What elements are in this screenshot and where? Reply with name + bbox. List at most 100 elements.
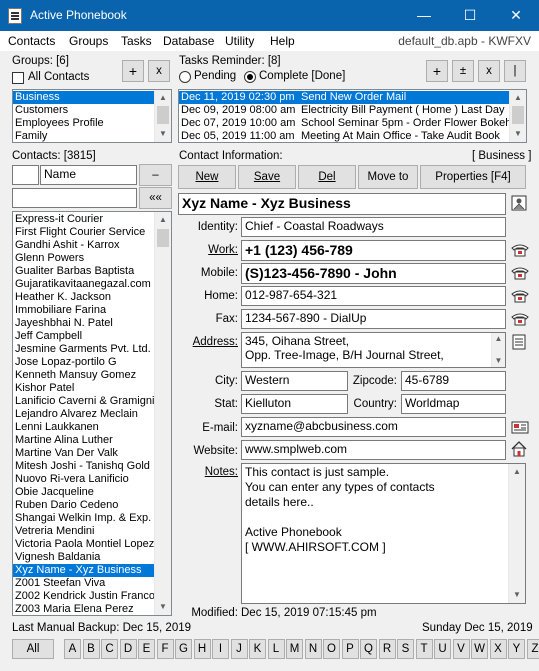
- menu-help[interactable]: Help: [270, 34, 295, 48]
- filter-all-button[interactable]: All: [12, 639, 54, 659]
- scroll-thumb[interactable]: [157, 229, 169, 247]
- contact-item[interactable]: Vetreria Mendini: [13, 525, 154, 538]
- contact-item[interactable]: Z001 Steefan Viva: [13, 577, 154, 590]
- phone-icon[interactable]: [511, 289, 529, 305]
- scroll-up-icon[interactable]: ▲: [155, 212, 171, 228]
- contact-item[interactable]: Martine Van Der Valk: [13, 447, 154, 460]
- complete-radio[interactable]: [244, 71, 256, 83]
- document-icon[interactable]: [512, 334, 529, 350]
- website-field[interactable]: www.smplweb.com: [241, 440, 506, 460]
- notes-scrollbar[interactable]: ▲ ▼: [508, 464, 525, 603]
- identity-field[interactable]: Chief - Coastal Roadways: [241, 217, 506, 237]
- move-to-button[interactable]: Move to: [358, 165, 418, 189]
- filter-letter-button[interactable]: N: [304, 639, 322, 659]
- contact-item[interactable]: Ruben Dario Cedeno: [13, 499, 154, 512]
- contact-item[interactable]: Jeff Campbell: [13, 330, 154, 343]
- filter-letter-button[interactable]: W: [471, 639, 488, 659]
- group-item[interactable]: Business: [13, 91, 154, 104]
- filter-letter-button[interactable]: T: [415, 639, 433, 659]
- task-item[interactable]: Dec 09, 2019 08:00 am Electricity Bill Pa…: [179, 104, 509, 117]
- contact-item[interactable]: Jose Lopaz-portilo G: [13, 356, 154, 369]
- contact-item[interactable]: Jayeshbhai N. Patel: [13, 317, 154, 330]
- filter-letter-button[interactable]: I: [212, 639, 229, 659]
- minimize-button[interactable]: —: [401, 0, 447, 31]
- group-item[interactable]: Family: [13, 130, 154, 142]
- fax-field[interactable]: 1234-567-890 - DialUp: [241, 309, 506, 329]
- properties-button[interactable]: Properties [F4]: [420, 165, 526, 189]
- all-contacts-checkbox[interactable]: [12, 72, 24, 84]
- filter-letter-button[interactable]: Q: [360, 639, 377, 659]
- address-field[interactable]: 345, Oihana Street, Opp. Tree-Image, B/H…: [241, 332, 506, 368]
- save-button[interactable]: Save: [238, 165, 296, 189]
- scroll-up-icon[interactable]: ▲: [155, 90, 171, 106]
- name-field[interactable]: Xyz Name - Xyz Business: [178, 193, 506, 215]
- home-icon[interactable]: [511, 441, 528, 457]
- sort-field-input[interactable]: Name: [40, 165, 137, 185]
- contact-item[interactable]: Kishor Patel: [13, 382, 154, 395]
- contact-item[interactable]: Obie Jacqueline: [13, 486, 154, 499]
- filter-letter-button[interactable]: P: [341, 639, 359, 659]
- contact-item[interactable]: Heather K. Jackson: [13, 291, 154, 304]
- contact-item[interactable]: Immobiliare Farina: [13, 304, 154, 317]
- pending-radio[interactable]: [179, 71, 191, 83]
- filter-letter-button[interactable]: K: [249, 639, 266, 659]
- contact-search-input[interactable]: [12, 188, 137, 208]
- groups-scrollbar[interactable]: ▲ ▼: [154, 90, 171, 142]
- scroll-up-icon[interactable]: ▲: [510, 90, 526, 106]
- scroll-down-icon[interactable]: ▼: [510, 126, 526, 142]
- filter-letter-button[interactable]: O: [323, 639, 340, 659]
- task-option-button[interactable]: |: [504, 60, 526, 82]
- contact-item[interactable]: Shangai Welkin Imp. & Exp.: [13, 512, 154, 525]
- menu-utility[interactable]: Utility: [225, 34, 254, 48]
- filter-letter-button[interactable]: X: [489, 639, 507, 659]
- filter-letter-button[interactable]: A: [64, 639, 81, 659]
- filter-letter-button[interactable]: J: [230, 639, 248, 659]
- remove-group-button[interactable]: x: [148, 60, 170, 82]
- filter-letter-button[interactable]: C: [101, 639, 118, 659]
- fax-icon[interactable]: [511, 312, 529, 328]
- filter-letter-button[interactable]: L: [267, 639, 285, 659]
- scroll-thumb[interactable]: [512, 106, 524, 124]
- work-phone-field[interactable]: +1 (123) 456-789: [241, 240, 506, 261]
- contact-item[interactable]: Xyz Name - Xyz Business: [13, 564, 154, 577]
- home-phone-field[interactable]: 012-987-654-321: [241, 286, 506, 306]
- filter-letter-button[interactable]: V: [452, 639, 470, 659]
- notes-field[interactable]: This contact is just sample. You can ente…: [241, 463, 526, 604]
- menu-tasks[interactable]: Tasks: [121, 34, 152, 48]
- scroll-down-icon[interactable]: ▼: [509, 587, 525, 603]
- contact-item[interactable]: First Flight Courier Service: [13, 226, 154, 239]
- maximize-button[interactable]: ☐: [447, 0, 493, 31]
- contact-item[interactable]: Z003 Maria Elena Perez: [13, 603, 154, 615]
- add-group-button[interactable]: +: [122, 60, 144, 82]
- contact-item[interactable]: Lanificio Caverni & Gramigni: [13, 395, 154, 408]
- task-item[interactable]: Dec 05, 2019 11:00 am Meeting At Main Off…: [179, 130, 509, 142]
- remove-task-button[interactable]: x: [478, 60, 500, 82]
- task-item[interactable]: Dec 11, 2019 02:30 pm Send New Order Mail: [179, 91, 509, 104]
- address-scrollbar[interactable]: ▲ ▼: [491, 333, 505, 367]
- tasks-list[interactable]: Dec 11, 2019 02:30 pm Send New Order Mail…: [178, 89, 527, 143]
- contact-item[interactable]: Kenneth Mansuy Gomez: [13, 369, 154, 382]
- phone-icon[interactable]: [511, 243, 529, 259]
- filter-letter-button[interactable]: R: [378, 639, 396, 659]
- filter-letter-button[interactable]: F: [156, 639, 174, 659]
- contact-item[interactable]: Mitesh Joshi - Tanishq Gold: [13, 460, 154, 473]
- scroll-down-icon[interactable]: ▼: [155, 599, 171, 615]
- scroll-thumb[interactable]: [157, 106, 169, 124]
- contact-item[interactable]: Lejandro Alvarez Meclain: [13, 408, 154, 421]
- mobile-field[interactable]: (S)123-456-7890 - John: [241, 263, 506, 284]
- clear-search-button[interactable]: ««: [139, 187, 172, 209]
- filter-letter-button[interactable]: S: [397, 639, 414, 659]
- delete-button[interactable]: Del: [298, 165, 356, 189]
- contact-item[interactable]: Express-it Courier: [13, 213, 154, 226]
- filter-letter-button[interactable]: D: [119, 639, 137, 659]
- filter-letter-button[interactable]: Y: [508, 639, 525, 659]
- contact-item[interactable]: Martine Alina Luther: [13, 434, 154, 447]
- city-field[interactable]: Western: [241, 371, 348, 391]
- phone-icon[interactable]: [511, 266, 529, 282]
- zipcode-field[interactable]: 45-6789: [401, 371, 506, 391]
- contact-item[interactable]: Nuovo Ri-vera Lanificio: [13, 473, 154, 486]
- email-icon[interactable]: [511, 420, 529, 436]
- country-field[interactable]: Worldmap: [401, 394, 506, 414]
- contact-item[interactable]: Victoria Paola Montiel Lopez: [13, 538, 154, 551]
- edit-task-button[interactable]: ±: [452, 60, 474, 82]
